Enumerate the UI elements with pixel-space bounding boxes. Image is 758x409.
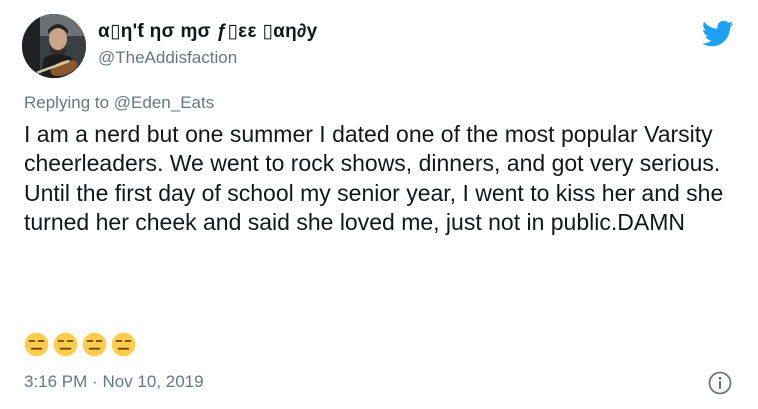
info-icon[interactable] [708,371,732,395]
tweet-text: I am a nerd but one summer I dated one o… [24,120,744,238]
timestamp-separator: · [92,372,98,391]
expressionless-face-emoji [111,332,136,357]
reply-context: Replying to @Eden_Eats [24,93,214,113]
timestamp-date: Nov 10, 2019 [102,372,204,391]
tweet-paragraph: Until the first day of school my senior … [24,179,724,236]
twitter-bird-icon[interactable] [702,20,734,48]
timestamp-time: 3:16 PM [24,372,88,391]
emoji-row [24,332,136,358]
reply-prefix: Replying to [24,93,110,112]
reply-target-link[interactable]: @Eden_Eats [114,93,214,112]
author-display-name[interactable]: α▯η'ƭ ησ ɱσ ƒ▯εε ▯αη∂у [98,20,318,43]
expressionless-face-emoji [53,332,78,357]
tweet-timestamp[interactable]: 3:16 PM · Nov 10, 2019 [24,372,204,392]
expressionless-face-emoji [82,332,107,357]
avatar-photo [22,14,86,78]
author-handle[interactable]: @TheAddisfaction [98,48,237,68]
avatar[interactable] [22,14,86,78]
tweet-card: α▯η'ƭ ησ ɱσ ƒ▯εε ▯αη∂у @TheAddisfaction … [0,0,758,409]
expressionless-face-emoji [24,332,49,357]
tweet-paragraph: I am a nerd but one summer I dated one o… [24,121,721,177]
